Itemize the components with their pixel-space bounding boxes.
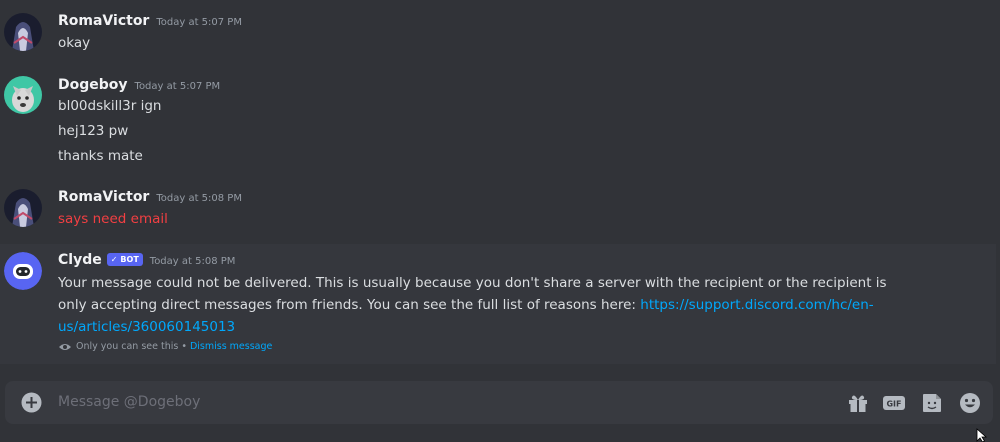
bot-badge-label: BOT (120, 255, 139, 264)
timestamp: Today at 5:07 PM (156, 17, 242, 28)
timestamp: Today at 5:08 PM (156, 193, 242, 204)
emoji-icon[interactable] (958, 391, 982, 415)
chat-area: RomaVictor Today at 5:07 PM okay Dogeboy… (0, 0, 1000, 442)
avatar[interactable] (4, 189, 42, 227)
mouse-cursor-icon (976, 428, 988, 442)
message-text: okay (58, 35, 91, 51)
dismiss-message-link[interactable]: Dismiss message (190, 341, 272, 352)
separator: • (181, 341, 187, 352)
message-text: thanks mate (58, 148, 143, 164)
ephemeral-label: Only you can see this (76, 341, 179, 352)
clyde-avatar[interactable] (4, 252, 42, 290)
avatar[interactable] (4, 76, 42, 114)
bot-badge: ✓ BOT (106, 253, 143, 266)
message-composer[interactable]: Message @Dogeboy GIF (5, 381, 993, 424)
verified-check-icon: ✓ (110, 255, 118, 264)
username[interactable]: Dogeboy (58, 77, 128, 93)
timestamp: Today at 5:08 PM (149, 256, 236, 267)
timestamp: Today at 5:07 PM (134, 81, 221, 92)
eye-icon (59, 343, 71, 350)
sticker-icon[interactable] (920, 391, 944, 415)
message-input[interactable]: Message @Dogeboy (58, 394, 200, 410)
message-text: says need email (58, 211, 168, 227)
gift-icon[interactable] (846, 391, 870, 415)
message-text: hej123 pw (58, 123, 129, 139)
gif-icon[interactable]: GIF (882, 391, 906, 415)
username[interactable]: RomaVictor (58, 13, 149, 29)
plus-icon[interactable] (21, 392, 42, 413)
username[interactable]: Clyde (58, 252, 102, 268)
username[interactable]: RomaVictor (58, 189, 149, 205)
ephemeral-note: Only you can see this • Dismiss message (58, 341, 272, 352)
clyde-message-text: Your message could not be delivered. Thi… (58, 272, 918, 338)
avatar[interactable] (4, 13, 42, 51)
svg-text:GIF: GIF (886, 400, 901, 409)
message-text: bl00dskill3r ign (58, 98, 162, 114)
